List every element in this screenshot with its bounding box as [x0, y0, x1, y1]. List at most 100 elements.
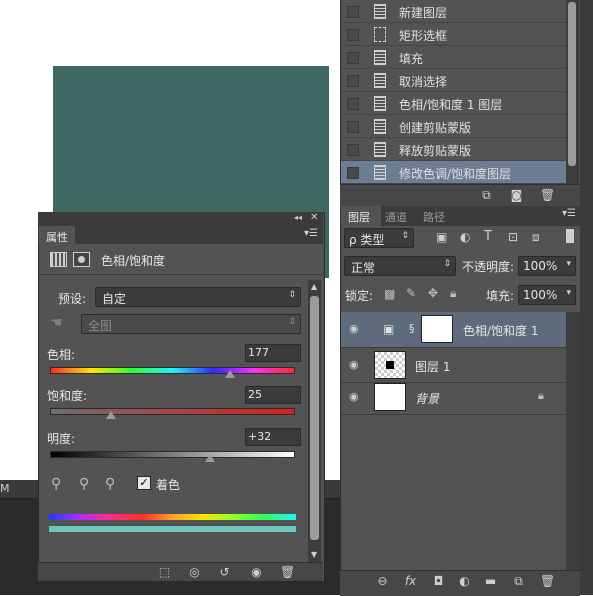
snapshot-checkbox[interactable] [347, 144, 359, 156]
clip-to-layer-icon[interactable]: ⬚ [158, 566, 171, 578]
hue-label: 色相: [47, 348, 76, 362]
new-document-from-state-icon[interactable]: ⧉ [480, 189, 493, 201]
history-item[interactable]: 取消选择 [341, 69, 567, 92]
close-icon[interactable]: ✕ [310, 212, 318, 223]
tab-properties[interactable]: 属性 [46, 229, 68, 245]
saturation-slider-knob[interactable] [105, 411, 116, 419]
tab-paths[interactable]: 路径 [423, 209, 445, 225]
layer-row-background[interactable]: ◉ 背景 🔒︎ [341, 380, 566, 415]
opacity-label: 不透明度: [462, 260, 515, 274]
add-mask-icon[interactable]: ◘ [432, 575, 445, 587]
preset-dropdown[interactable]: 自定 ⇕ [95, 287, 301, 307]
history-scroll-thumb[interactable] [568, 2, 576, 166]
snapshot-checkbox[interactable] [347, 121, 359, 133]
view-previous-state-icon[interactable]: ◎ [188, 566, 201, 578]
lock-all-icon[interactable]: 🔒︎ [450, 286, 456, 301]
scroll-down-icon[interactable]: ▼ [311, 550, 317, 559]
snapshot-checkbox[interactable] [347, 6, 359, 18]
layer-filter-dropdown[interactable]: ρ 类型 ⇕ [344, 228, 414, 248]
snapshot-checkbox[interactable] [347, 167, 359, 179]
collapse-double-arrow-icon[interactable]: ◂◂ [294, 213, 302, 222]
blend-mode-dropdown[interactable]: 正常 ⇕ [344, 256, 456, 276]
mask-icon[interactable] [73, 252, 90, 267]
layer-row-layer1[interactable]: ◉ 图层 1 [341, 348, 566, 383]
document-icon [374, 73, 386, 88]
scroll-up-icon[interactable]: ▲ [311, 282, 317, 291]
shape-filter-icon[interactable]: ⊡ [508, 230, 518, 244]
eyedropper-icon[interactable]: ⚲ [51, 476, 61, 492]
snapshot-checkbox[interactable] [347, 75, 359, 87]
lock-position-move-icon[interactable]: ✥ [428, 286, 438, 300]
eye-visibility-icon[interactable]: ◉ [349, 322, 363, 335]
new-group-folder-icon[interactable]: ▬ [484, 575, 497, 587]
eyedropper-plus-icon[interactable]: ⚲ [79, 476, 89, 492]
hue-slider-track[interactable] [50, 367, 295, 374]
adjustment-filter-icon[interactable]: ◐ [460, 230, 470, 244]
panel-menu-icon[interactable]: ▾☰ [562, 208, 576, 219]
camera-snapshot-icon[interactable]: ◙ [510, 189, 523, 201]
properties-titlebar[interactable]: ◂◂ ✕ [38, 212, 323, 226]
reset-icon[interactable]: ↺ [218, 566, 231, 578]
pixel-filter-icon[interactable]: ▣ [436, 230, 447, 244]
history-item-selected[interactable]: 修改色调/饱和度图层 [341, 161, 567, 184]
eyedropper-minus-icon[interactable]: ⚲ [105, 476, 115, 492]
properties-panel-title: 色相/饱和度 [101, 254, 166, 268]
link-chain-icon[interactable]: § [409, 322, 415, 335]
saturation-slider-track[interactable] [50, 408, 295, 415]
chevron-down-icon: ▾ [566, 259, 571, 269]
history-toolbar: ⧉ ◙ 🗑 [340, 184, 580, 207]
fx-layer-style-icon[interactable]: fx [404, 575, 417, 587]
lightness-value-field[interactable]: +32 [245, 428, 301, 446]
colorize-checkbox[interactable]: ✓ [137, 476, 151, 490]
type-filter-icon[interactable]: T [484, 229, 492, 244]
layer-thumbnail[interactable] [374, 383, 406, 411]
lightness-label: 明度: [47, 432, 76, 446]
new-layer-icon[interactable]: ⧉ [512, 575, 525, 587]
history-item[interactable]: 矩形选框 [341, 23, 567, 46]
history-item-label: 填充 [399, 52, 424, 66]
link-layers-icon[interactable]: ⊖ [376, 575, 389, 587]
smart-object-filter-icon[interactable]: ⧈ [532, 230, 540, 245]
trash-icon[interactable]: 🗑 [280, 566, 295, 578]
hue-value-field[interactable]: 177 [245, 344, 301, 362]
channel-dropdown[interactable]: 全图 ⇕ [81, 314, 301, 334]
properties-scroll-thumb[interactable] [310, 296, 319, 540]
lock-pixels-brush-icon[interactable]: ✎ [406, 286, 416, 300]
targeted-adjustment-hand-icon[interactable]: ☚ [50, 315, 63, 331]
opacity-field[interactable]: 100% ▾ [518, 256, 576, 276]
snapshot-checkbox[interactable] [347, 52, 359, 64]
eye-visibility-icon[interactable]: ◉ [349, 390, 363, 403]
eye-visibility-icon[interactable]: ◉ [250, 566, 263, 578]
document-icon [374, 142, 386, 157]
layers-scrollbar[interactable] [566, 312, 580, 570]
hue-slider-knob[interactable] [224, 370, 235, 378]
eye-visibility-icon[interactable]: ◉ [349, 358, 363, 371]
chevron-updown-icon: ⇕ [288, 290, 296, 300]
lightness-slider-track[interactable] [50, 451, 295, 458]
history-item-label: 新建图层 [399, 6, 448, 20]
trash-icon[interactable]: 🗑 [540, 575, 555, 587]
fill-field[interactable]: 100% ▾ [518, 285, 576, 305]
snapshot-checkbox[interactable] [347, 29, 359, 41]
history-item-label: 色相/饱和度 1 图层 [399, 98, 503, 112]
lightness-slider-knob[interactable] [205, 454, 216, 462]
new-adjustment-layer-icon[interactable]: ◐ [458, 575, 471, 587]
trash-icon[interactable]: 🗑 [540, 189, 555, 201]
history-item[interactable]: 新建图层 [341, 0, 567, 23]
snapshot-checkbox[interactable] [347, 98, 359, 110]
history-item[interactable]: 创建剪贴蒙版 [341, 115, 567, 138]
history-item[interactable]: 释放剪贴蒙版 [341, 138, 567, 161]
filter-toggle[interactable] [566, 229, 574, 243]
panel-menu-icon[interactable]: ▾☰ [304, 228, 318, 239]
layer-thumbnail[interactable] [374, 351, 406, 379]
layer-row-hue-saturation[interactable]: ◉ ▣ § 色相/饱和度 1 [341, 312, 566, 348]
layer-name: 图层 1 [415, 360, 451, 374]
layer-mask-thumbnail[interactable] [421, 315, 453, 343]
tab-channels[interactable]: 通道 [385, 209, 407, 225]
history-item[interactable]: 填充 [341, 46, 567, 69]
history-item[interactable]: 色相/饱和度 1 图层 [341, 92, 567, 115]
tab-layers[interactable]: 图层 [348, 209, 370, 225]
saturation-value-field[interactable]: 25 [245, 386, 301, 404]
properties-tab-bar [38, 226, 323, 244]
lock-transparent-icon[interactable]: ▩ [384, 287, 395, 301]
